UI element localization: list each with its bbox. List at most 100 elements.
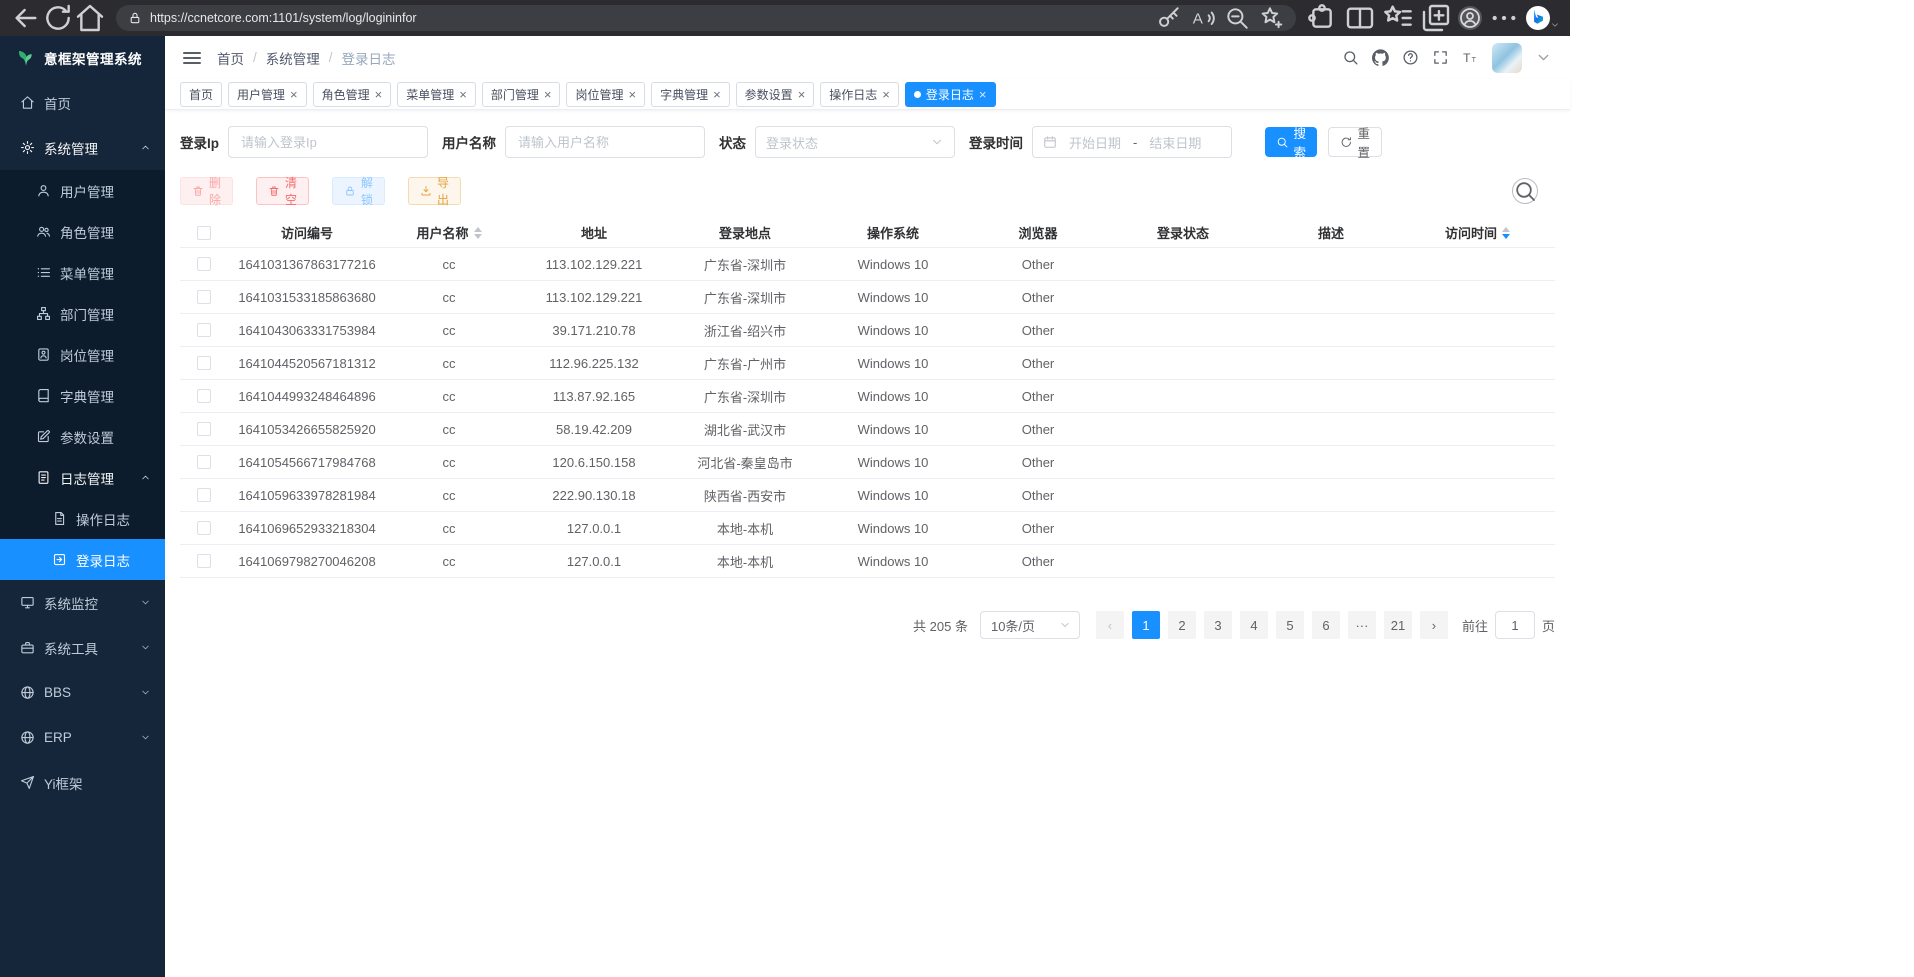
table-row[interactable]: 1641031367863177216cc113.102.129.221广东省-… — [180, 248, 1555, 281]
sidebar-item-login-log[interactable]: 登录日志 — [0, 539, 165, 580]
table-row[interactable]: 1641059633978281984cc222.90.130.18陕西省-西安… — [180, 479, 1555, 512]
tab-5[interactable]: 岗位管理× — [566, 82, 645, 107]
row-checkbox[interactable] — [197, 389, 211, 403]
favorite-star-button[interactable] — [1258, 4, 1284, 32]
login-ip-input[interactable] — [228, 126, 428, 158]
close-tab-icon[interactable]: × — [290, 88, 298, 101]
sidebar-item-menu-mgmt[interactable]: 菜单管理 — [0, 252, 165, 293]
sort-icon[interactable] — [474, 227, 482, 239]
sidebar-item-op-log[interactable]: 操作日志 — [0, 498, 165, 539]
breadcrumb-home[interactable]: 首页 — [217, 48, 244, 68]
sidebar-item-sys-monitor[interactable]: 系统监控 — [0, 580, 165, 625]
close-tab-icon[interactable]: × — [628, 88, 636, 101]
row-checkbox[interactable] — [197, 290, 211, 304]
sidebar-item-bbs[interactable]: BBS — [0, 670, 165, 715]
sidebar-item-user-mgmt[interactable]: 用户管理 — [0, 170, 165, 211]
favorites-button[interactable] — [1382, 4, 1414, 32]
app-logo[interactable]: 意框架管理系统 — [0, 36, 165, 80]
reset-button[interactable]: 重置 — [1328, 127, 1382, 157]
tab-8[interactable]: 操作日志× — [820, 82, 899, 107]
sidebar-item-post-mgmt[interactable]: 岗位管理 — [0, 334, 165, 375]
goto-page-input[interactable] — [1495, 611, 1535, 639]
unlock-button[interactable]: 解锁 — [332, 177, 385, 205]
page-button-3[interactable]: 3 — [1204, 611, 1232, 639]
close-tab-icon[interactable]: × — [375, 88, 383, 101]
avatar-caret-icon[interactable] — [1535, 49, 1552, 66]
prev-page-button[interactable]: ‹ — [1096, 611, 1124, 639]
user-avatar[interactable] — [1492, 43, 1522, 73]
row-checkbox[interactable] — [197, 488, 211, 502]
sidebar-item-log-mgmt[interactable]: 日志管理 — [0, 457, 165, 498]
close-tab-icon[interactable]: × — [882, 88, 890, 101]
date-range-picker[interactable]: 开始日期 - 结束日期 — [1032, 126, 1232, 158]
sidebar-toggle-button[interactable] — [183, 49, 201, 67]
sidebar-item-role-mgmt[interactable]: 角色管理 — [0, 211, 165, 252]
sidebar-item-yi-framework[interactable]: Yi框架 — [0, 760, 165, 805]
password-key-button[interactable] — [1156, 4, 1182, 32]
search-button[interactable]: 搜索 — [1265, 127, 1317, 157]
tab-9[interactable]: 登录日志× — [905, 82, 996, 107]
profile-button[interactable] — [1458, 6, 1482, 30]
tab-3[interactable]: 菜单管理× — [397, 82, 476, 107]
page-button-6[interactable]: 6 — [1312, 611, 1340, 639]
page-button-1[interactable]: 1 — [1132, 611, 1160, 639]
url-text[interactable]: https://ccnetcore.com:1101/system/log/lo… — [150, 11, 417, 25]
close-tab-icon[interactable]: × — [544, 88, 552, 101]
clear-button[interactable]: 清空 — [256, 177, 309, 205]
tab-1[interactable]: 用户管理× — [228, 82, 307, 107]
row-checkbox[interactable] — [197, 323, 211, 337]
sidebar-item-home[interactable]: 首页 — [0, 80, 165, 125]
username-input[interactable] — [505, 126, 705, 158]
close-tab-icon[interactable]: × — [713, 88, 721, 101]
split-screen-button[interactable] — [1344, 4, 1376, 32]
sidebar-item-erp[interactable]: ERP — [0, 715, 165, 760]
font-size-button[interactable]: TT — [1462, 49, 1479, 66]
settings-menu-button[interactable] — [1488, 4, 1520, 32]
sidebar-item-param-settings[interactable]: 参数设置 — [0, 416, 165, 457]
close-tab-icon[interactable]: × — [798, 88, 806, 101]
breadcrumb-system[interactable]: 系统管理 — [266, 48, 320, 68]
table-row[interactable]: 1641054566717984768cc120.6.150.158河北省-秦皇… — [180, 446, 1555, 479]
table-row[interactable]: 1641053426655825920cc58.19.42.209湖北省-武汉市… — [180, 413, 1555, 446]
page-size-select[interactable]: 10条/页 — [980, 611, 1080, 639]
sidebar-item-dict-mgmt[interactable]: 字典管理 — [0, 375, 165, 416]
tab-0[interactable]: 首页 — [180, 82, 222, 107]
page-button-21[interactable]: 21 — [1384, 611, 1412, 639]
browser-home-button[interactable] — [74, 4, 106, 32]
sidebar-item-dept-mgmt[interactable]: 部门管理 — [0, 293, 165, 334]
close-tab-icon[interactable]: × — [979, 88, 987, 101]
table-row[interactable]: 1641069798270046208cc127.0.0.1本地-本机Windo… — [180, 545, 1555, 578]
row-checkbox[interactable] — [197, 422, 211, 436]
table-row[interactable]: 1641044993248464896cc113.87.92.165广东省-深圳… — [180, 380, 1555, 413]
sidebar-item-sys-tools[interactable]: 系统工具 — [0, 625, 165, 670]
row-checkbox[interactable] — [197, 356, 211, 370]
collections-button[interactable] — [1420, 4, 1452, 32]
status-select[interactable]: 登录状态 — [755, 126, 955, 158]
table-search-toggle-button[interactable] — [1512, 178, 1538, 204]
close-tab-icon[interactable]: × — [459, 88, 467, 101]
select-all-checkbox[interactable] — [197, 226, 211, 240]
next-page-button[interactable]: › — [1420, 611, 1448, 639]
sidebar-item-system-mgmt[interactable]: 系统管理 — [0, 125, 165, 170]
help-button[interactable] — [1402, 49, 1419, 66]
page-button-4[interactable]: 4 — [1240, 611, 1268, 639]
zoom-out-button[interactable] — [1224, 4, 1250, 32]
browser-back-button[interactable] — [10, 4, 42, 32]
row-checkbox[interactable] — [197, 521, 211, 535]
table-row[interactable]: 1641044520567181312cc112.96.225.132广东省-广… — [180, 347, 1555, 380]
row-checkbox[interactable] — [197, 257, 211, 271]
column-header[interactable]: 用户名称 — [386, 218, 512, 247]
table-row[interactable]: 1641043063331753984cc39.171.210.78浙江省-绍兴… — [180, 314, 1555, 347]
tab-6[interactable]: 字典管理× — [651, 82, 730, 107]
tab-7[interactable]: 参数设置× — [736, 82, 815, 107]
address-bar[interactable]: https://ccnetcore.com:1101/system/log/lo… — [116, 5, 1296, 31]
delete-button[interactable]: 删除 — [180, 177, 233, 205]
page-button-2[interactable]: 2 — [1168, 611, 1196, 639]
header-search-button[interactable] — [1342, 49, 1359, 66]
export-button[interactable]: 导出 — [408, 177, 461, 205]
row-checkbox[interactable] — [197, 455, 211, 469]
fullscreen-button[interactable] — [1432, 49, 1449, 66]
tab-2[interactable]: 角色管理× — [313, 82, 392, 107]
table-row[interactable]: 1641031533185863680cc113.102.129.221广东省-… — [180, 281, 1555, 314]
column-header[interactable]: 访问时间 — [1400, 218, 1555, 247]
